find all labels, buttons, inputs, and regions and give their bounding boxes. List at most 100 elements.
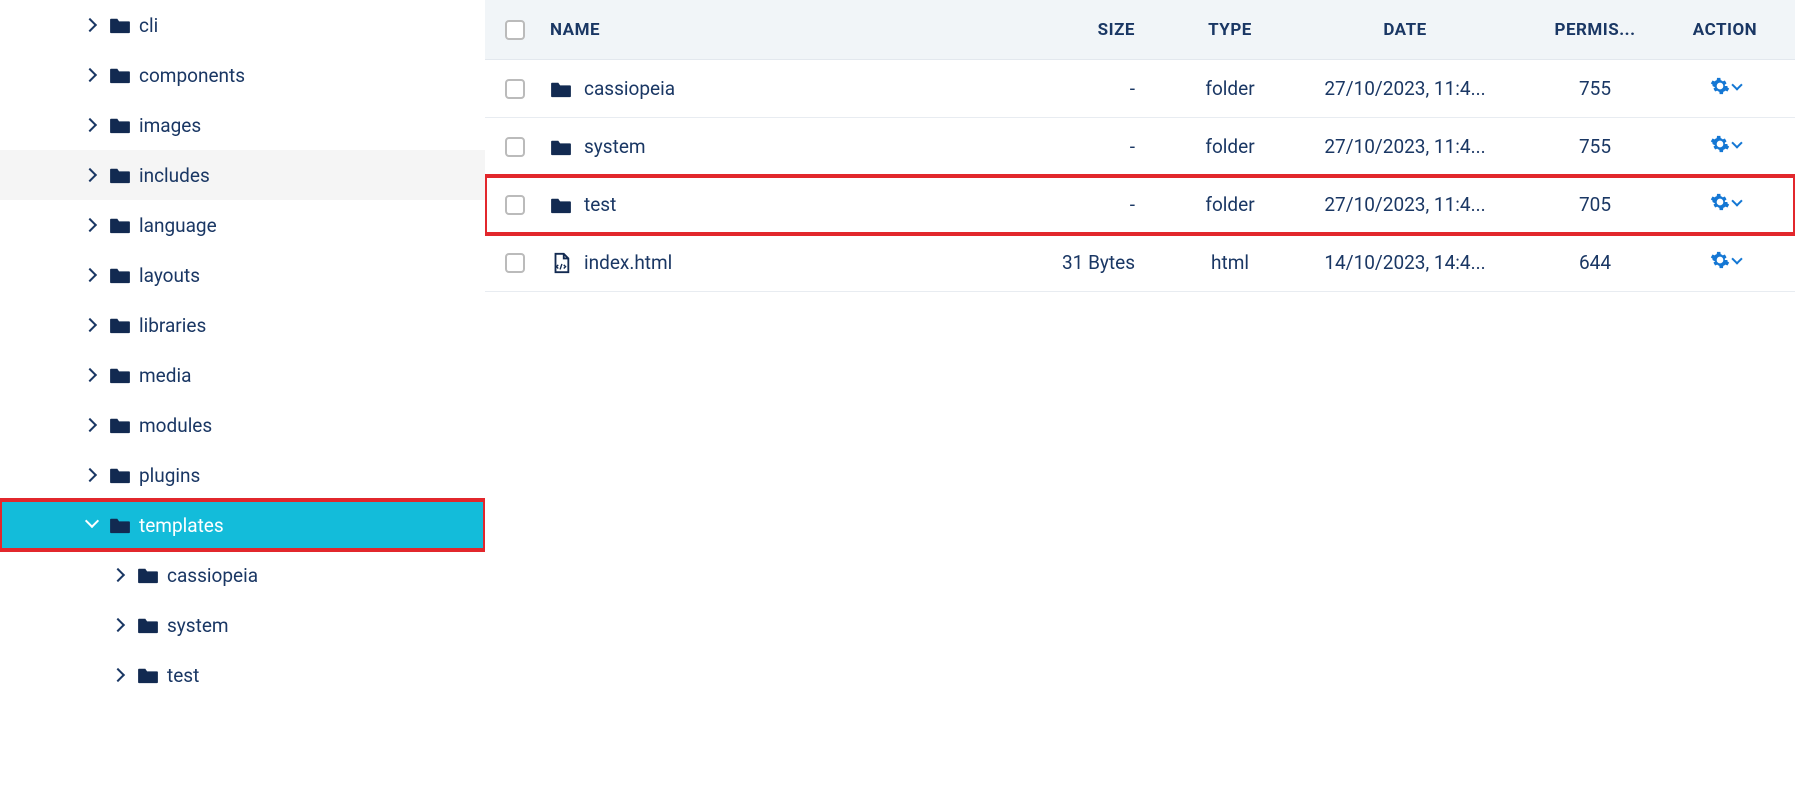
tree-item-layouts[interactable]: layouts <box>0 250 485 300</box>
tree-item-language[interactable]: language <box>0 200 485 250</box>
row-name-text: system <box>584 135 646 158</box>
tree-item-modules[interactable]: modules <box>0 400 485 450</box>
folder-icon <box>137 566 159 584</box>
chevron-right-icon[interactable] <box>85 268 99 282</box>
row-checkbox[interactable] <box>505 79 525 99</box>
table-row[interactable]: system -folder27/10/2023, 11:4...755 <box>485 118 1795 176</box>
folder-icon <box>550 196 572 214</box>
tree-item-label: modules <box>139 414 212 437</box>
folder-icon <box>137 666 159 684</box>
row-name-cell[interactable]: index.html <box>545 251 1015 274</box>
action-menu-button[interactable] <box>1710 192 1741 212</box>
row-action-cell <box>1675 192 1795 217</box>
row-name-text: cassiopeia <box>584 77 675 100</box>
folder-icon <box>109 166 131 184</box>
row-type: folder <box>1165 135 1295 158</box>
header-size[interactable]: SIZE <box>1015 20 1165 40</box>
folder-icon <box>109 366 131 384</box>
row-type: folder <box>1165 193 1295 216</box>
row-checkbox-cell <box>485 137 545 157</box>
select-all-checkbox[interactable] <box>505 20 525 40</box>
table-row[interactable]: cassiopeia -folder27/10/2023, 11:4...755 <box>485 60 1795 118</box>
chevron-right-icon[interactable] <box>113 568 127 582</box>
tree-item-components[interactable]: components <box>0 50 485 100</box>
row-name-text: test <box>584 193 616 216</box>
row-size: 31 Bytes <box>1015 251 1165 274</box>
chevron-right-icon[interactable] <box>85 118 99 132</box>
row-checkbox-cell <box>485 79 545 99</box>
tree-item-label: media <box>139 364 191 387</box>
folder-icon <box>109 266 131 284</box>
header-date[interactable]: DATE <box>1295 20 1515 40</box>
action-menu-button[interactable] <box>1710 76 1741 96</box>
header-name[interactable]: NAME <box>545 20 1015 40</box>
folder-icon <box>109 66 131 84</box>
row-name-cell[interactable]: test <box>545 193 1015 216</box>
tree-item-templates[interactable]: templates <box>0 500 485 550</box>
chevron-right-icon[interactable] <box>85 218 99 232</box>
action-menu-button[interactable] <box>1710 250 1741 270</box>
tree-item-images[interactable]: images <box>0 100 485 150</box>
gear-icon <box>1710 250 1730 270</box>
chevron-right-icon[interactable] <box>113 618 127 632</box>
chevron-down-icon[interactable] <box>85 518 99 532</box>
tree-item-label: plugins <box>139 464 200 487</box>
tree-item-media[interactable]: media <box>0 350 485 400</box>
row-name-cell[interactable]: system <box>545 135 1015 158</box>
chevron-right-icon[interactable] <box>85 168 99 182</box>
row-permissions: 755 <box>1515 135 1675 158</box>
gear-icon <box>1710 76 1730 96</box>
row-permissions: 755 <box>1515 77 1675 100</box>
chevron-right-icon[interactable] <box>85 368 99 382</box>
table-row[interactable]: index.html31 Byteshtml14/10/2023, 14:4..… <box>485 234 1795 292</box>
tree-item-label: components <box>139 64 245 87</box>
chevron-right-icon[interactable] <box>85 68 99 82</box>
tree-item-libraries[interactable]: libraries <box>0 300 485 350</box>
tree-item-includes[interactable]: includes <box>0 150 485 200</box>
folder-icon <box>109 16 131 34</box>
file-icon <box>550 252 572 274</box>
tree-item-cli[interactable]: cli <box>0 0 485 50</box>
folder-icon <box>109 216 131 234</box>
row-checkbox[interactable] <box>505 195 525 215</box>
row-date: 27/10/2023, 11:4... <box>1295 135 1515 158</box>
chevron-right-icon[interactable] <box>85 418 99 432</box>
row-action-cell <box>1675 76 1795 101</box>
folder-icon <box>550 80 572 98</box>
chevron-down-icon <box>1731 79 1742 90</box>
file-table: NAME SIZE TYPE DATE PERMIS... ACTION cas… <box>485 0 1795 292</box>
row-size: - <box>1015 193 1165 216</box>
chevron-down-icon <box>1731 195 1742 206</box>
row-date: 27/10/2023, 11:4... <box>1295 77 1515 100</box>
row-name-text: index.html <box>584 251 672 274</box>
sidebar: cli components imagesincludeslanguagelayou… <box>0 0 485 790</box>
tree-item-cassiopeia[interactable]: cassiopeia <box>0 550 485 600</box>
table-header: NAME SIZE TYPE DATE PERMIS... ACTION <box>485 0 1795 60</box>
gear-icon <box>1710 134 1730 154</box>
row-checkbox[interactable] <box>505 253 525 273</box>
row-checkbox[interactable] <box>505 137 525 157</box>
header-action: ACTION <box>1675 20 1795 40</box>
row-name-cell[interactable]: cassiopeia <box>545 77 1015 100</box>
tree-item-system[interactable]: system <box>0 600 485 650</box>
chevron-right-icon[interactable] <box>85 318 99 332</box>
row-size: - <box>1015 77 1165 100</box>
header-type[interactable]: TYPE <box>1165 20 1295 40</box>
row-type: folder <box>1165 77 1295 100</box>
chevron-right-icon[interactable] <box>85 468 99 482</box>
row-type: html <box>1165 251 1295 274</box>
gear-icon <box>1710 192 1730 212</box>
tree-item-plugins[interactable]: plugins <box>0 450 485 500</box>
tree-item-label: cassiopeia <box>167 564 258 587</box>
chevron-right-icon[interactable] <box>85 18 99 32</box>
tree-item-label: system <box>167 614 229 637</box>
row-size: - <box>1015 135 1165 158</box>
tree-item-test[interactable]: test <box>0 650 485 700</box>
header-permissions[interactable]: PERMIS... <box>1515 20 1675 40</box>
table-row[interactable]: test-folder27/10/2023, 11:4...705 <box>485 176 1795 234</box>
action-menu-button[interactable] <box>1710 134 1741 154</box>
folder-icon <box>550 138 572 156</box>
chevron-down-icon <box>1731 253 1742 264</box>
folder-icon <box>109 466 131 484</box>
chevron-right-icon[interactable] <box>113 668 127 682</box>
